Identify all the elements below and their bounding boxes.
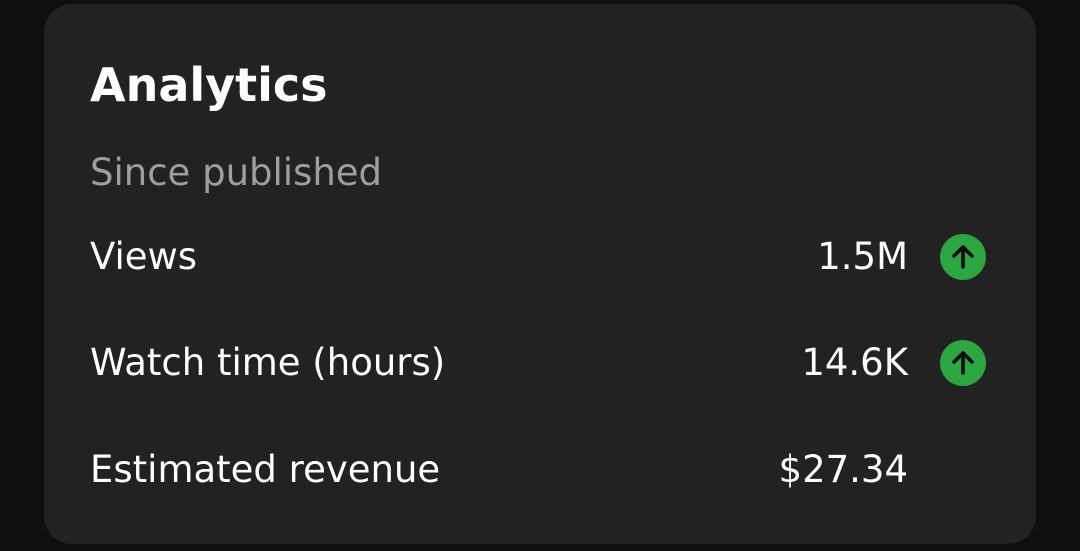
- metric-row-watch-time: Watch time (hours) 14.6K: [90, 338, 990, 388]
- card-subtitle: Since published: [90, 151, 383, 194]
- arrow-up-glyph: [952, 351, 974, 375]
- metric-value: 14.6K: [801, 341, 908, 384]
- metric-value: $27.34: [778, 448, 908, 491]
- analytics-card[interactable]: Analytics Since published Views 1.5M Wat…: [44, 4, 1036, 544]
- arrow-up-icon: [940, 340, 986, 386]
- metric-label: Estimated revenue: [90, 448, 441, 491]
- arrow-up-icon: [940, 234, 986, 280]
- metric-label: Views: [90, 235, 198, 278]
- card-title: Analytics: [90, 58, 328, 112]
- metric-label: Watch time (hours): [90, 341, 446, 384]
- metric-row-estimated-revenue: Estimated revenue $27.34: [90, 445, 990, 495]
- arrow-up-glyph: [952, 245, 974, 269]
- metric-row-views: Views 1.5M: [90, 232, 990, 282]
- metric-value: 1.5M: [817, 235, 908, 278]
